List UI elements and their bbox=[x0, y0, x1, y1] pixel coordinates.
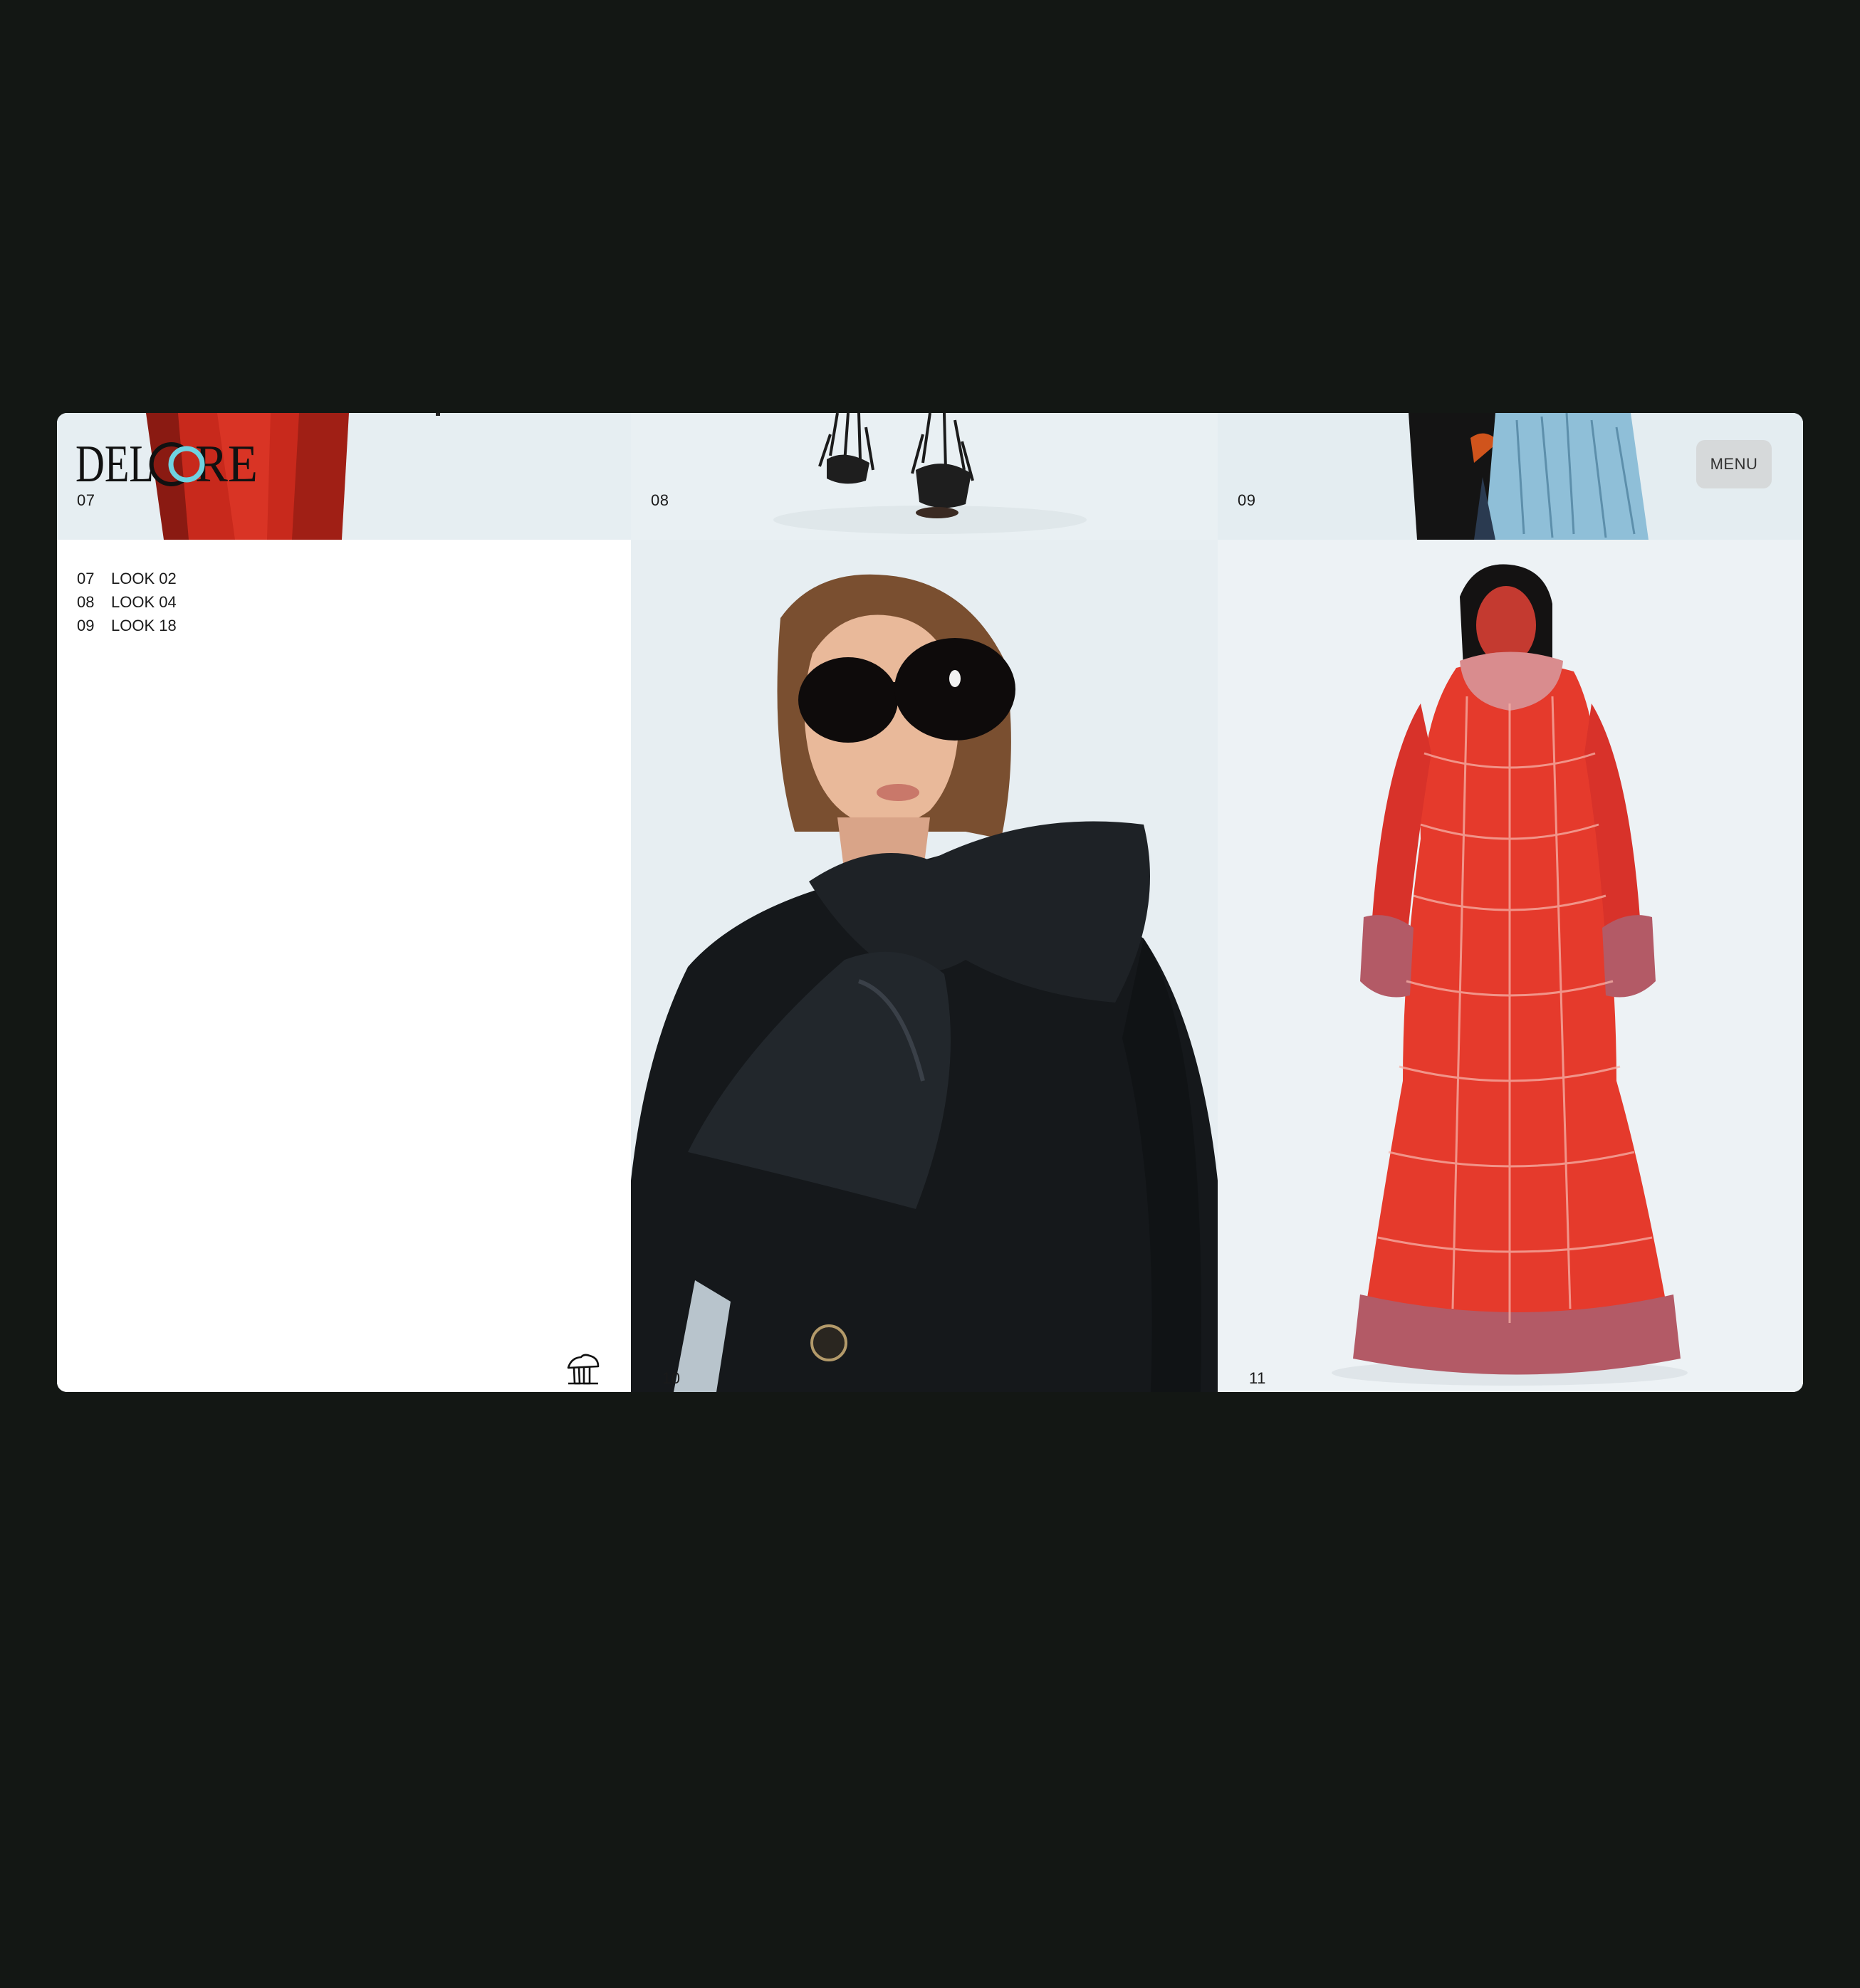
look-number: 07 bbox=[77, 570, 95, 587]
strip-look-08[interactable]: 08 bbox=[631, 413, 1218, 540]
strip-number: 08 bbox=[651, 491, 669, 509]
looks-panel: 07 LOOK 02 08 LOOK 04 09 LOOK 18 bbox=[57, 540, 631, 1392]
look-label: LOOK 18 bbox=[111, 617, 177, 634]
menu-button[interactable]: MENU bbox=[1696, 440, 1772, 488]
look-label: LOOK 04 bbox=[111, 593, 177, 611]
look-item[interactable]: 08 LOOK 04 bbox=[77, 590, 177, 614]
mushroom-icon bbox=[567, 1354, 600, 1385]
strip-number: 09 bbox=[1238, 491, 1256, 509]
red-feather-dress-image bbox=[1218, 540, 1803, 1392]
looks-list: 07 LOOK 02 08 LOOK 04 09 LOOK 18 bbox=[77, 567, 177, 637]
lookbook-frame: 07 08 09 DEL RE MENU 07 LOOK 02 08 LOOK … bbox=[57, 413, 1803, 1392]
svg-text:DEL: DEL bbox=[75, 439, 154, 488]
look-number: 08 bbox=[77, 593, 95, 611]
black-coat-image bbox=[631, 540, 1218, 1392]
gallery-number: 10 bbox=[662, 1369, 681, 1387]
delcore-logo[interactable]: DEL RE bbox=[75, 439, 261, 488]
strip-number: 07 bbox=[77, 491, 95, 509]
look-label: LOOK 02 bbox=[111, 570, 177, 587]
gallery-look-11[interactable]: 11 bbox=[1218, 540, 1803, 1392]
fringe-sandals-image bbox=[773, 413, 1087, 534]
gallery-number: 11 bbox=[1249, 1369, 1266, 1387]
top-strip: 07 08 09 DEL RE MENU bbox=[57, 413, 1803, 540]
look-number: 09 bbox=[77, 617, 95, 634]
look-item[interactable]: 09 LOOK 18 bbox=[77, 614, 177, 637]
gallery-look-10[interactable]: 10 bbox=[631, 540, 1218, 1392]
look-item[interactable]: 07 LOOK 02 bbox=[77, 567, 177, 590]
